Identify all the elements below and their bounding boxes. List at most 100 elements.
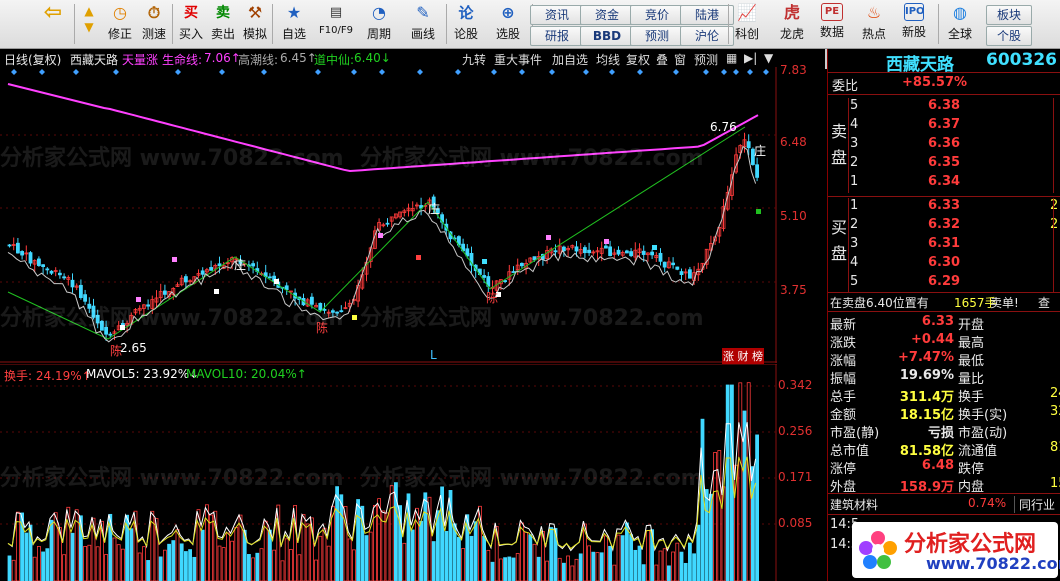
candle-body bbox=[583, 247, 587, 254]
revise-button[interactable]: ◷ 修正 bbox=[104, 3, 136, 45]
quote-stat-row: 金额 18.15亿换手(实) 32 bbox=[828, 404, 1060, 423]
buy-order-row[interactable]: 2 6.32 2 bbox=[828, 217, 1060, 235]
stat-value: 81. bbox=[1050, 440, 1060, 455]
auction-button[interactable]: 竞价 bbox=[630, 5, 684, 25]
sector-button[interactable]: 板块 bbox=[986, 5, 1032, 25]
logo-url: www.70822.com bbox=[926, 554, 1060, 573]
jiuzhuan-button[interactable]: 九转 bbox=[462, 51, 486, 68]
f10-icon: ▤ bbox=[329, 5, 343, 20]
quote-panel: 西藏天路 600326 委比 +85.57% 卖盘 5 6.38 4 6.37 3 6.3… bbox=[827, 49, 1060, 581]
f10-button[interactable]: ▤ F10/F9 bbox=[314, 3, 358, 45]
buy-order-row[interactable]: 1 6.33 2 bbox=[828, 198, 1060, 216]
turnover-bar bbox=[562, 562, 566, 581]
draw-button[interactable]: ✎ 画线 bbox=[404, 3, 442, 45]
sell-order-row[interactable]: 1 6.34 bbox=[828, 174, 1060, 192]
simulate-label: 模拟 bbox=[242, 27, 267, 41]
turnover-axis-label: 0.342 bbox=[778, 378, 813, 392]
funds-button[interactable]: 资金 bbox=[580, 5, 634, 25]
signal-marker bbox=[756, 209, 761, 214]
newshare-button[interactable]: IPO 新股 bbox=[896, 3, 932, 45]
pe-icon: PE bbox=[821, 3, 843, 21]
data-button[interactable]: PE 数据 bbox=[814, 3, 850, 45]
turnover-bar bbox=[503, 557, 508, 581]
order-level: 4 bbox=[850, 117, 859, 132]
up-down-button[interactable]: ▲ ▼ bbox=[78, 3, 100, 45]
stat-label: 市盈(静) bbox=[830, 426, 880, 441]
longhu-button[interactable]: 虎 龙虎 bbox=[774, 3, 810, 45]
quote-stat-row: 涨跌 +0.44 最高 bbox=[828, 332, 1060, 351]
play-icon[interactable]: ▶| bbox=[744, 51, 757, 65]
bbd-button[interactable]: BBD bbox=[580, 26, 634, 46]
window-button[interactable]: 窗 bbox=[674, 51, 686, 68]
price-axis-label: 7.83 bbox=[780, 63, 807, 77]
turnover-bar bbox=[683, 562, 688, 581]
add-favorite-button[interactable]: 加自选 bbox=[552, 51, 588, 68]
select-button[interactable]: ⊕ 选股 bbox=[488, 3, 528, 45]
shanghai-london-button[interactable]: 沪伦 bbox=[680, 26, 734, 46]
candle-body bbox=[100, 320, 104, 331]
back-button[interactable]: ⇦ bbox=[36, 2, 70, 45]
fuquan-button[interactable]: 复权 bbox=[626, 51, 650, 68]
candle-body bbox=[108, 333, 113, 336]
tiger-icon: 虎 bbox=[783, 3, 800, 22]
candle-body bbox=[49, 270, 54, 274]
event-tags[interactable]: 涨 财 榜 bbox=[722, 348, 764, 364]
turnover-bar bbox=[507, 556, 512, 581]
candle-body bbox=[322, 308, 327, 311]
hk-button[interactable]: 陆港 bbox=[680, 5, 734, 25]
stock-button[interactable]: 个股 bbox=[986, 26, 1032, 46]
turnover-bar bbox=[591, 551, 596, 581]
major-events-button[interactable]: 重大事件 bbox=[494, 51, 542, 68]
formula-button[interactable]: 论 论股 bbox=[450, 3, 482, 45]
indicator-bar: 日线(复权) 西藏天路 天量涨 生命线: 7.06↑ 高潮线: 6.45↑ 道中… bbox=[0, 49, 777, 68]
turnover-bar bbox=[200, 529, 205, 581]
buy-order-row[interactable]: 4 6.30 bbox=[828, 255, 1060, 273]
division-button[interactable]: 📈 科创 bbox=[730, 3, 764, 45]
notice-more[interactable]: 查 bbox=[1038, 294, 1050, 311]
newshare-label: 新股 bbox=[901, 25, 926, 39]
candle-body bbox=[675, 266, 680, 270]
formula-icon: 论 bbox=[458, 4, 474, 22]
selfselect-button[interactable]: ★ 自选 bbox=[276, 3, 312, 45]
calendar-icon[interactable]: ▦ bbox=[726, 51, 737, 65]
turnover-chart[interactable] bbox=[0, 364, 777, 581]
sector-rank[interactable]: 同行业 bbox=[1014, 496, 1055, 513]
sell-order-row[interactable]: 2 6.35 bbox=[828, 155, 1060, 173]
predict-button[interactable]: 预测 bbox=[694, 51, 718, 68]
hotspot-button[interactable]: ♨ 热点 bbox=[856, 3, 892, 45]
sell-label: 卖出 bbox=[210, 27, 235, 41]
period-button[interactable]: ◔ 周期 bbox=[360, 3, 398, 45]
global-button[interactable]: ◍ 全球 bbox=[942, 3, 978, 45]
candle-body bbox=[511, 271, 516, 273]
stat-value: 18.15亿 bbox=[899, 408, 954, 423]
speedtest-button[interactable]: ⏱ 测速 bbox=[138, 3, 170, 45]
turnover-bar bbox=[549, 527, 554, 581]
research-button[interactable]: 研报 bbox=[530, 26, 584, 46]
sell-order-row[interactable]: 4 6.37 bbox=[828, 117, 1060, 135]
sell-button[interactable]: 卖 卖出 bbox=[208, 3, 238, 45]
quote-stat-row: 振幅 19.69% 量比 bbox=[828, 368, 1060, 387]
order-price: 6.37 bbox=[928, 117, 961, 132]
turnover-bar bbox=[419, 520, 424, 581]
buy-order-row[interactable]: 5 6.29 bbox=[828, 274, 1060, 292]
turnover-bar bbox=[620, 535, 625, 581]
candle-body bbox=[91, 305, 96, 318]
candle-body bbox=[183, 276, 188, 283]
sector-name[interactable]: 建筑材料 bbox=[830, 496, 878, 513]
sell-order-row[interactable]: 5 6.38 bbox=[828, 98, 1060, 116]
buy-order-row[interactable]: 3 6.31 bbox=[828, 236, 1060, 254]
price-chart[interactable] bbox=[0, 67, 777, 363]
stat-value: 19.69% bbox=[899, 368, 954, 383]
menu-arrow-icon[interactable]: ▼ bbox=[764, 51, 773, 65]
turnover-bar bbox=[704, 489, 709, 581]
sell-order-row[interactable]: 3 6.36 bbox=[828, 136, 1060, 154]
ma-button[interactable]: 均线 bbox=[596, 51, 620, 68]
f10-label: F10/F9 bbox=[319, 25, 353, 36]
simulate-button[interactable]: ⚒ 模拟 bbox=[240, 3, 270, 45]
buy-button[interactable]: 买 买入 bbox=[176, 3, 206, 45]
forecast-button[interactable]: 预测 bbox=[630, 26, 684, 46]
news-button[interactable]: 资讯 bbox=[530, 5, 584, 25]
order-price: 6.31 bbox=[928, 236, 961, 251]
turnover-bar bbox=[255, 552, 260, 581]
overlay-button[interactable]: 叠 bbox=[656, 51, 668, 68]
